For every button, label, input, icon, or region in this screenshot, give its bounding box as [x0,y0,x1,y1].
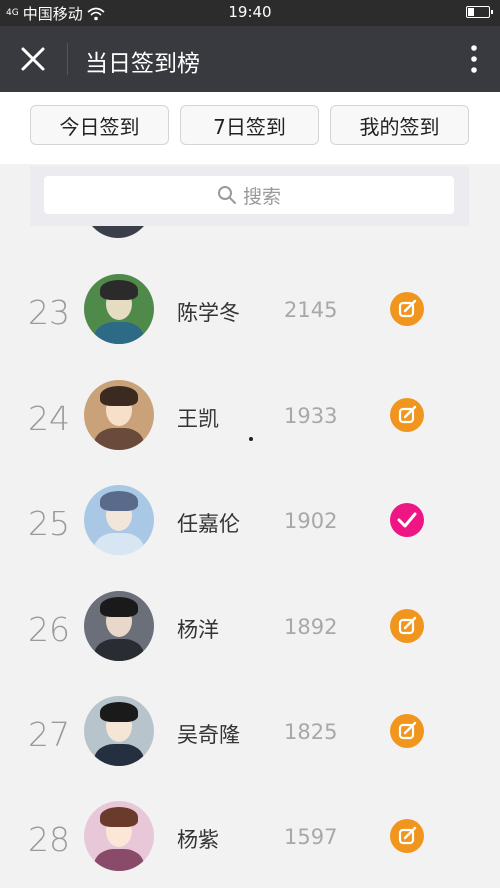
user-name: 杨洋 [177,618,219,642]
edit-icon [398,616,417,635]
more-vertical-icon [471,45,477,73]
tab-bar: 今日签到 7日签到 我的签到 [0,92,500,164]
tab-7days[interactable]: 7日签到 [180,105,319,145]
rank-number: 25 [28,504,70,543]
user-name: 吴奇隆 [177,723,240,747]
edit-button[interactable] [390,609,424,643]
score-value: 1597 [284,825,338,849]
list-item[interactable]: 25 任嘉伦 1902 [0,470,500,576]
user-name: 陈学冬 [177,301,240,325]
title-bar: 当日签到榜 [0,26,500,92]
search-placeholder: 搜索 [242,185,281,208]
score-value: 2145 [284,298,338,322]
score-value: 1933 [284,404,338,428]
rank-number: 28 [28,820,70,859]
avatar [84,274,154,344]
list-item[interactable]: 28 杨紫 1597 [0,786,500,888]
avatar [84,485,154,555]
more-button[interactable] [464,42,484,76]
rank-number: 24 [28,399,70,438]
close-button[interactable] [14,40,52,78]
search-icon [217,186,236,204]
battery-icon [466,6,493,18]
tab-mine[interactable]: 我的签到 [330,105,469,145]
page-title: 当日签到榜 [85,51,200,77]
list-item[interactable]: 23 陈学冬 2145 [0,259,500,365]
tab-today[interactable]: 今日签到 [30,105,169,145]
status-time: 19:40 [228,3,272,21]
user-name: 王凯 [177,407,219,431]
edit-icon [398,721,417,740]
user-name: 任嘉伦 [177,512,240,536]
list-item[interactable]: 24 王凯 1933 [0,365,500,471]
avatar [84,801,154,871]
rank-number: 26 [28,610,70,649]
title-divider [67,43,68,75]
search-bar: 搜索 [30,166,469,226]
avatar [84,380,154,450]
check-icon [397,512,417,528]
list-item[interactable]: 27 吴奇隆 1825 [0,681,500,787]
ranking-list: 23 陈学冬 2145 24 王凯 1933 25 任嘉伦 1902 26 杨洋… [0,226,500,888]
avatar [84,696,154,766]
edit-button[interactable] [390,292,424,326]
rank-number: 27 [28,715,70,754]
score-value: 1825 [284,720,338,744]
close-icon [21,47,45,71]
checked-button[interactable] [390,503,424,537]
score-value: 1902 [284,509,338,533]
edit-icon [398,299,417,318]
avatar [84,591,154,661]
search-input[interactable]: 搜索 [44,176,454,214]
user-name: 杨紫 [177,828,219,852]
stray-dot [249,437,253,441]
rank-number: 23 [28,293,70,332]
edit-button[interactable] [390,819,424,853]
edit-button[interactable] [390,398,424,432]
edit-button[interactable] [390,714,424,748]
edit-icon [398,405,417,424]
list-item[interactable]: 26 杨洋 1892 [0,576,500,682]
status-bar: 4G 中国移动 19:40 [0,0,500,26]
score-value: 1892 [284,615,338,639]
avatar [84,226,152,238]
edit-icon [398,826,417,845]
